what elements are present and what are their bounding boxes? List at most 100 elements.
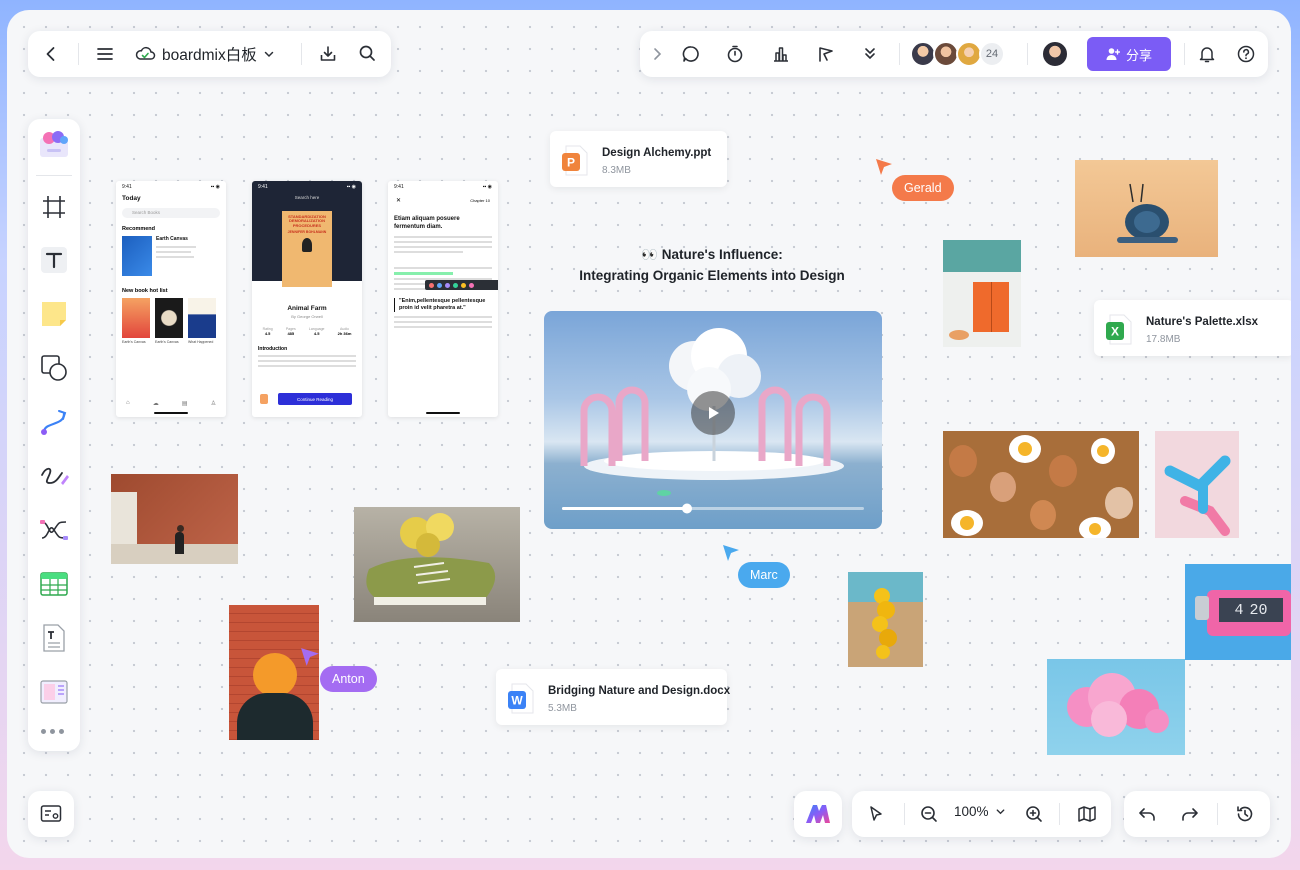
more-tools-icon[interactable] [41,729,64,734]
sticky-note-icon[interactable] [39,299,69,329]
book-item: Earth's Canvas [122,298,150,344]
file-card-docx[interactable]: W Bridging Nature and Design.docx 5.3MB [496,669,731,725]
phone-mockup-reader[interactable]: 9:41 ▪▪ ◉ ✕ Chapter 10 Etiam aliquam posue… [388,181,498,417]
cursor-label-marc: Marc [738,562,790,588]
mindmap-icon[interactable] [39,515,69,545]
ai-assistant-button[interactable] [794,791,842,837]
collaborators[interactable]: 24 [910,40,1016,68]
bell-icon[interactable] [1192,39,1222,69]
clock-display: 4 20 [1219,598,1283,622]
undo-icon[interactable] [1132,799,1162,829]
photo-snail[interactable] [1075,160,1218,257]
file-card-ppt[interactable]: P Design Alchemy.ppt 8.3MB [550,131,727,187]
photo-brick-wall-walker[interactable] [111,474,238,564]
table-tool-icon[interactable] [39,569,69,599]
book-cover: STANDARDIZATION DEMORALIZATION PROCEDURE… [282,211,332,287]
double-chevron-down-icon[interactable] [855,39,885,69]
shape-tool-icon[interactable] [39,353,69,383]
photo-eggs[interactable] [943,431,1139,538]
photo-orange-hair-person[interactable] [229,605,319,740]
phone-search: Search Books [122,208,220,218]
comment-icon[interactable] [676,39,706,69]
photo-pink-cloud[interactable] [1047,659,1185,755]
file-type-letter: P [567,156,575,170]
user-avatar[interactable] [1041,40,1069,68]
search-icon[interactable] [352,38,382,68]
stat-value: 2h 36m [337,331,352,336]
history-icon[interactable] [1230,799,1260,829]
headline-line-2: Integrating Organic Elements into Design [579,268,845,283]
play-button[interactable] [691,391,735,435]
collaborator-count: 24 [985,48,999,60]
divider [904,803,905,825]
phone-mockup-library[interactable]: 9:41 ▪▪ ◉ Today Search Books Recommend Ea… [116,181,226,417]
help-icon[interactable] [1231,39,1261,69]
recommend-card: Earth Canvas [122,236,220,276]
file-name: Bridging Nature and Design.docx [548,685,731,697]
book-list: Earth's Canvas Earth's Canvas What Happe… [122,298,220,344]
canvas-headline[interactable]: 👀 Nature's Influence: Integrating Organi… [547,244,877,286]
phone-title: Today [122,195,141,202]
book-item-label: Earth's Canvas [155,340,179,344]
menu-icon[interactable] [90,39,120,69]
pen-tool-icon[interactable] [39,461,69,491]
zoom-level: 100% [954,804,989,819]
phone-section: New book hot list [122,288,168,294]
photo-alarm-clock[interactable]: 4 20 [1185,564,1291,660]
photo-orange-door[interactable] [943,240,1021,347]
back-icon[interactable] [36,39,66,69]
continue-reading-button[interactable]: Continue Reading [278,393,352,405]
cover-text: STANDARDIZATION DEMORALIZATION PROCEDURE… [288,214,326,228]
connector-tool-icon[interactable] [39,407,69,437]
zoom-level-dropdown[interactable]: 100% [954,804,1006,819]
eggs-illustration [949,435,1133,538]
intro-heading: Introduction [258,346,288,352]
file-card-xlsx[interactable]: X Nature's Palette.xlsx 17.8MB [1094,300,1291,356]
zoom-out-icon[interactable] [914,799,944,829]
cta-label: Continue Reading [296,396,334,402]
book-map-icon[interactable] [1072,799,1102,829]
photo-yellow-flowers[interactable] [848,572,923,667]
book-author: By George Orwell [291,314,323,319]
phone-mockup-book-detail[interactable]: 9:41 ▪▪ ◉ Search here STANDARDIZATION DEM… [252,181,362,417]
map-location-icon [40,805,62,822]
photo-sneakers-flowers[interactable] [354,507,520,622]
color-palette-popover[interactable] [425,280,498,290]
divider [899,43,900,65]
file-size: 8.3MB [602,165,631,176]
file-size: 17.8MB [1146,334,1181,345]
stat: Language 4.5 [309,327,325,336]
close-icon[interactable]: ✕ [396,197,401,204]
whiteboard-canvas[interactable]: boardmix白板 24 分享 9:41 ▪▪ ◉ Today Search … [7,10,1291,858]
templates-icon[interactable] [36,127,72,161]
stat-value: 4.5 [264,331,271,336]
text-tool-icon[interactable] [39,245,69,275]
presentation-flag-icon[interactable] [811,39,841,69]
chevron-right-icon[interactable] [642,39,672,69]
vote-icon[interactable] [766,39,796,69]
photo-balloon-dog[interactable] [1155,431,1239,538]
download-icon[interactable] [313,39,343,69]
cover-author: JENNIFER BOHLMANN [287,230,327,235]
minimap-button[interactable] [28,791,74,837]
frame-tool-icon[interactable] [39,192,69,222]
video-player[interactable] [544,311,882,529]
doc-title-dropdown[interactable]: boardmix白板 [134,42,275,66]
document-tool-icon[interactable] [39,623,69,653]
share-button[interactable]: 分享 [1087,37,1171,71]
zoom-in-icon[interactable] [1019,799,1049,829]
divider [78,43,79,65]
file-name: Nature's Palette.xlsx [1146,316,1259,328]
snail-illustration [1117,183,1178,243]
select-cursor-icon[interactable] [861,799,891,829]
cursor-arrow-anton [301,648,319,666]
phone-status-bar: 9:41 ▪▪ ◉ [122,184,220,190]
reader-heading: Etiam aliquam posuere fermentum diam. [394,216,460,230]
timer-icon[interactable] [720,39,750,69]
redo-icon[interactable] [1175,799,1205,829]
layout-tool-icon[interactable] [39,677,69,707]
share-label: 分享 [1125,47,1152,63]
cursor-label-gerald: Gerald [892,175,954,201]
cursor-label-anton: Anton [320,666,377,692]
headline-line-1: 👀 Nature's Influence: [641,247,783,262]
